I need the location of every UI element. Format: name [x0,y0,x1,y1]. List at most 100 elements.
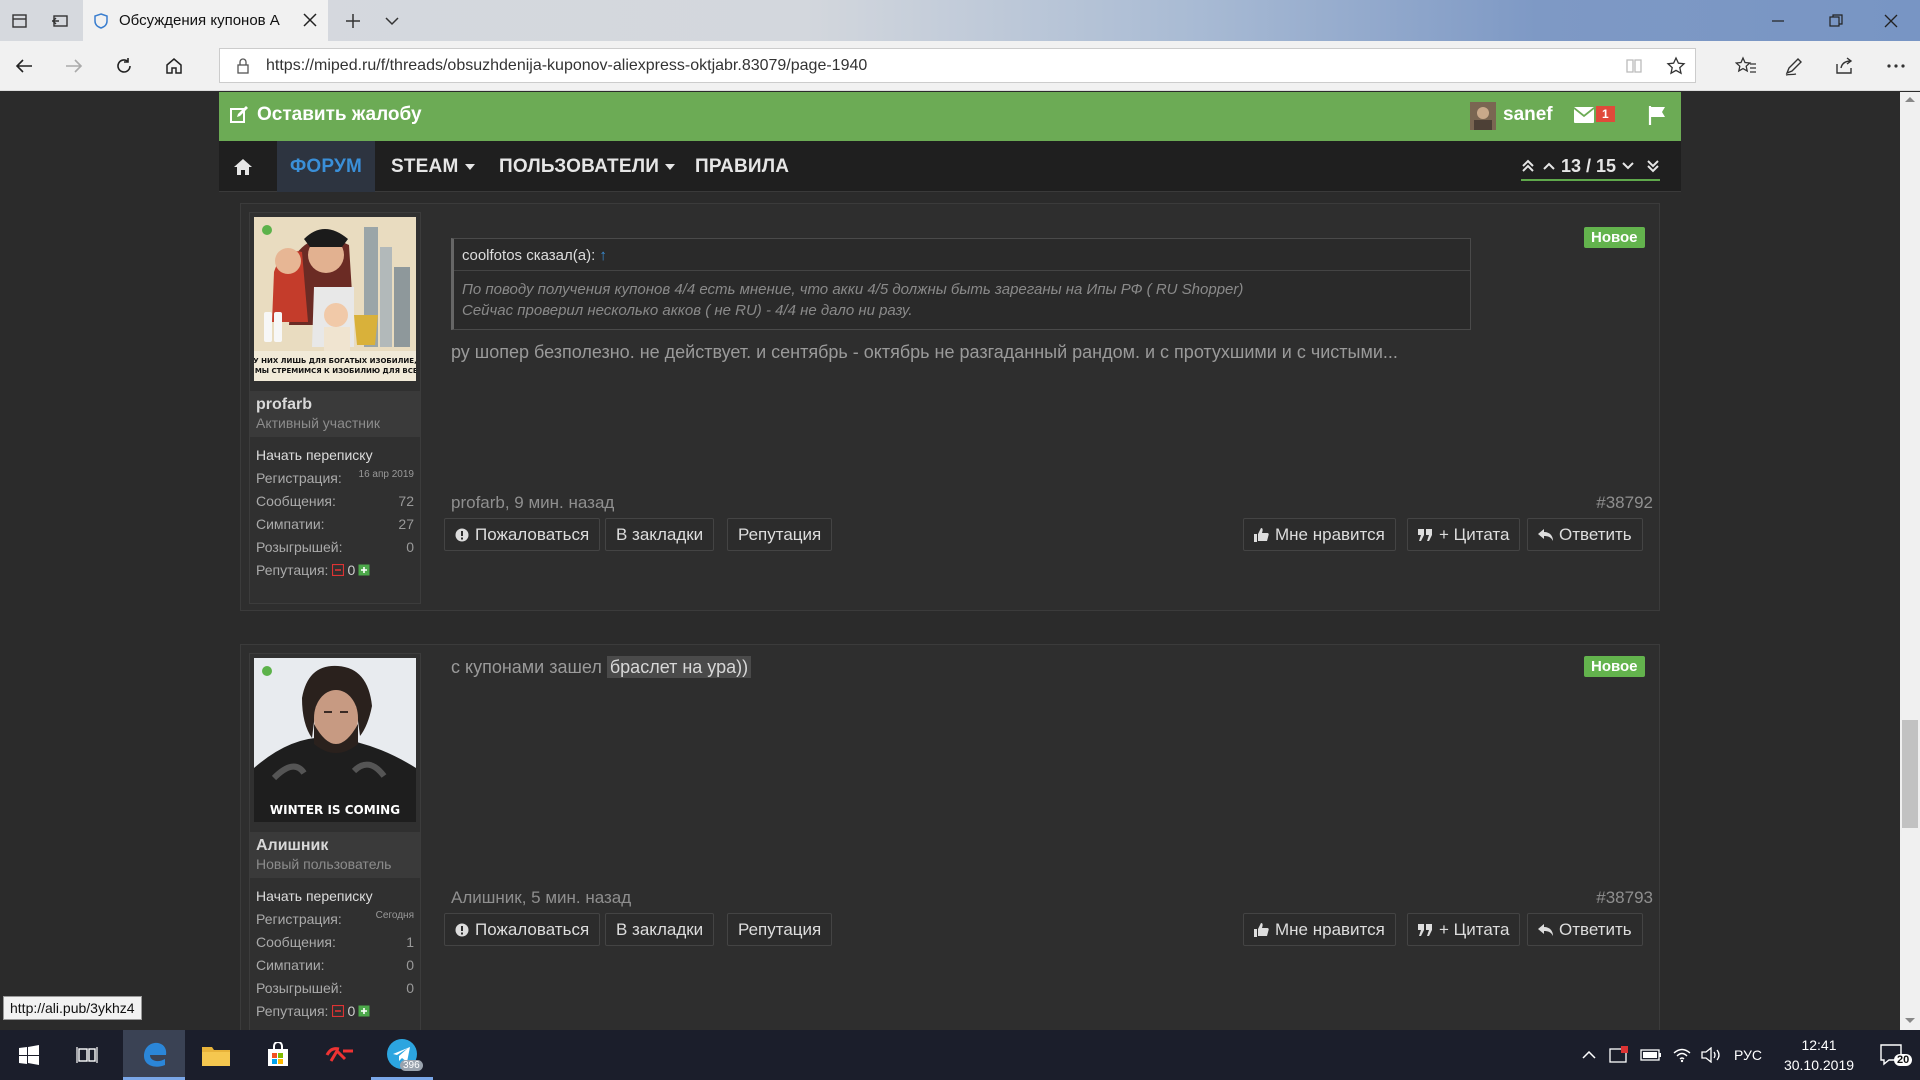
scroll-up-icon[interactable] [1905,96,1915,102]
tab-active[interactable]: Обсуждения купонов А [83,0,328,41]
rep-minus-icon[interactable] [332,1004,345,1017]
author-name[interactable]: Алишник [256,837,414,855]
reputation-button[interactable]: Репутация [727,913,833,946]
scroll-thumb[interactable] [1902,720,1918,828]
main-nav: ФОРУМ STEAM ПОЛЬЗОВАТЕЛИ ПРАВИЛА 13 / 15 [219,141,1681,192]
bookmark-button[interactable]: В закладки [605,913,715,946]
message-link[interactable]: браслет на ура)) [606,656,752,678]
task-view-icon[interactable] [58,1030,116,1080]
reply-button[interactable]: Ответить [1527,518,1643,551]
alerts-flag-icon[interactable] [1647,105,1667,125]
nav-steam[interactable]: STEAM [391,141,475,192]
quote-button[interactable]: + Цитата [1407,913,1521,946]
back-icon[interactable] [0,41,48,91]
reply-button[interactable]: Ответить [1527,913,1643,946]
quote-button[interactable]: + Цитата [1407,518,1521,551]
reading-view-icon[interactable] [1625,57,1643,75]
scroll-down-icon[interactable] [1905,1018,1915,1024]
show-hidden-icons-chevron-icon[interactable] [1577,1030,1601,1080]
author-avatar[interactable]: WINTER IS COMING [254,658,416,822]
like-button[interactable]: Мне нравится [1243,913,1396,946]
page-scrollbar[interactable] [1900,92,1920,1030]
stat-row: Сообщения: 1 [256,930,414,953]
envelope-icon[interactable] [1574,107,1594,123]
report-button[interactable]: Пожаловаться [444,518,601,551]
clock[interactable]: 12:41 30.10.2019 [1774,1030,1864,1080]
address-bar[interactable]: https://miped.ru/f/threads/obsuzhdenija-… [219,48,1696,83]
author-title: Новый пользователь [256,856,392,872]
author-info: Алишник Новый пользователь [250,832,420,878]
clock-time: 12:41 [1801,1037,1837,1053]
wifi-icon[interactable] [1668,1030,1696,1080]
reputation-label: Репутация: [256,1002,329,1019]
author-name[interactable]: profarb [256,396,414,414]
last-page-icon[interactable] [1646,159,1660,173]
set-tabs-aside-icon[interactable] [40,0,80,41]
bookmark-button[interactable]: В закладки [605,518,715,551]
favorite-star-icon[interactable] [1666,56,1686,76]
battery-icon[interactable] [1637,1030,1665,1080]
rep-plus-icon[interactable] [358,1005,370,1017]
web-note-pen-icon[interactable] [1770,41,1818,91]
caret-down-icon [665,163,676,170]
start-conversation-link[interactable]: Начать переписку [256,888,373,904]
telegram-app-icon[interactable]: 396 [371,1030,433,1080]
store-icon[interactable] [247,1030,309,1080]
minimize-icon[interactable] [1749,0,1807,41]
post-meta[interactable]: Алишник, 5 мин. назад [451,888,631,908]
stat-row: Регистрация: Сегодня [256,907,414,930]
tab-manager-icon[interactable] [0,0,40,41]
report-button[interactable]: Пожаловаться [444,913,601,946]
edge-app-icon[interactable] [123,1030,185,1080]
like-button[interactable]: Мне нравится [1243,518,1396,551]
security-tray-icon[interactable] [1605,1030,1633,1080]
post-meta[interactable]: profarb, 9 мин. назад [451,493,614,513]
online-indicator [262,225,272,235]
first-page-icon[interactable] [1521,159,1535,173]
post-number[interactable]: #38793 [1596,888,1653,908]
start-windows-icon[interactable] [0,1030,58,1080]
stat-value: 1 [406,933,414,950]
tab-preview-chevron-icon[interactable] [372,0,412,41]
nav-rules[interactable]: ПРАВИЛА [695,141,789,192]
avatar-caption: WINTER IS COMING [270,803,400,817]
reputation-button[interactable]: Репутация [727,518,833,551]
forward-icon[interactable] [50,41,98,91]
more-menu-icon[interactable] [1872,41,1920,91]
share-icon[interactable] [1820,41,1868,91]
author-avatar[interactable]: У НИХ ЛИШЬ ДЛЯ БОГАТЫХ ИЗОБИЛИЕ, А МЫ СТ… [254,217,416,381]
rep-plus-icon[interactable] [358,564,370,576]
post-38793: WINTER IS COMING Алишник Новый пользоват… [240,644,1660,1030]
home-nav-icon[interactable] [219,141,267,192]
complaint-link[interactable]: Оставить жалобу [229,104,422,126]
next-page-icon[interactable] [1622,161,1634,171]
action-center-icon[interactable]: 20 [1868,1030,1916,1080]
post-number[interactable]: #38792 [1596,493,1653,513]
rep-minus-icon[interactable] [332,563,345,576]
volume-icon[interactable] [1697,1030,1725,1080]
url-text: https://miped.ru/f/threads/obsuzhdenija-… [266,57,868,74]
close-window-icon[interactable] [1862,0,1920,41]
start-conversation-link[interactable]: Начать переписку [256,447,373,463]
file-explorer-icon[interactable] [185,1030,247,1080]
quote-jump-link[interactable]: ↑ [599,247,607,264]
report-label: Пожаловаться [475,919,590,939]
stat-label: Симпатии: [256,956,325,973]
language-indicator[interactable]: РУС [1728,1030,1768,1080]
top-green-bar: Оставить жалобу sanef 1 [219,92,1681,141]
quote-line: По поводу получения купонов 4/4 есть мне… [462,281,1244,298]
stat-label: Розыгрышей: [256,538,343,555]
nav-forum[interactable]: ФОРУМ [277,141,375,192]
like-label: Мне нравится [1275,524,1385,544]
new-tab-icon[interactable] [333,0,373,41]
close-tab-icon[interactable] [302,12,318,28]
username[interactable]: sanef [1503,104,1553,126]
prev-page-icon[interactable] [1543,161,1555,171]
restore-icon[interactable] [1807,0,1865,41]
refresh-icon[interactable] [100,41,148,91]
favorites-hub-icon[interactable] [1722,41,1770,91]
nav-users[interactable]: ПОЛЬЗОВАТЕЛИ [499,141,676,192]
aliexpress-app-icon[interactable] [309,1030,371,1080]
user-avatar[interactable] [1470,102,1496,130]
home-icon[interactable] [150,41,198,91]
